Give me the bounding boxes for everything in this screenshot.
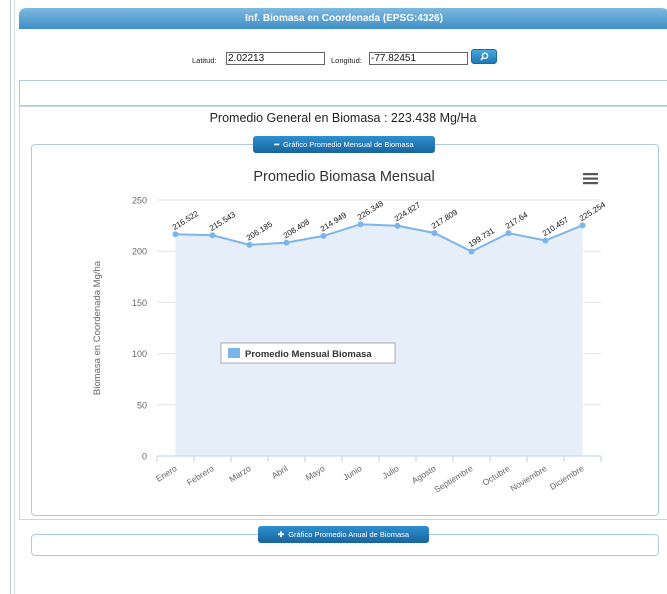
monthly-chart-toggle-button[interactable]: ━ Gráfico Promedio Mensual de Biomasa <box>253 136 435 153</box>
data-label: 217.64 <box>504 210 530 231</box>
annual-chart-toggle-button[interactable]: ✚ Gráfico Promedio Anual de Biomasa <box>258 526 429 543</box>
annual-chart-toggle-label: Gráfico Promedio Anual de Biomasa <box>288 530 410 539</box>
x-tick-label: Agosto <box>410 463 438 486</box>
x-tick-label: Diciembre <box>548 463 586 492</box>
data-point[interactable] <box>246 241 253 248</box>
data-label: 226.348 <box>356 199 386 222</box>
x-tick-label: Julio <box>380 463 400 481</box>
page-border-left <box>10 0 11 594</box>
search-button[interactable] <box>471 49 497 64</box>
data-point[interactable] <box>505 230 512 237</box>
data-point[interactable] <box>320 232 327 239</box>
x-tick-label: Marzo <box>227 463 253 484</box>
data-point[interactable] <box>468 248 475 255</box>
panel-title: Inf. Biomasa en Coordenada (EPSG:4326) <box>19 8 667 29</box>
data-point[interactable] <box>394 222 401 229</box>
search-icon <box>480 52 489 61</box>
x-tick-label: Junio <box>341 463 364 482</box>
data-point[interactable] <box>283 239 290 246</box>
data-label: 215.543 <box>208 210 238 233</box>
hamburger-menu-icon[interactable] <box>583 173 598 185</box>
data-label: 216.522 <box>171 209 201 232</box>
data-point[interactable] <box>172 231 179 238</box>
legend-label: Promedio Mensual Biomasa <box>245 349 372 360</box>
chart-legend[interactable]: Promedio Mensual Biomasa <box>220 342 396 364</box>
info-row-empty <box>19 80 667 106</box>
chart-area-fill <box>175 224 583 456</box>
plus-icon: ✚ <box>277 530 285 539</box>
y-axis: 0 50 100 150 200 250 <box>132 196 147 462</box>
x-tick-label: Septiembre <box>432 463 474 495</box>
longitude-label: Longitud: <box>331 56 362 65</box>
monthly-biomass-chart: Promedio Biomasa Mensual 0 50 100 150 200 250… <box>92 169 609 495</box>
page-border-inner <box>14 0 15 594</box>
chart-title: Promedio Biomasa Mensual <box>253 169 434 185</box>
y-tick-label: 200 <box>132 247 147 257</box>
longitude-input[interactable] <box>369 52 468 65</box>
x-tick-label: Mayo <box>304 463 327 483</box>
minus-icon: ━ <box>274 140 280 149</box>
data-label: 225.254 <box>578 200 608 223</box>
coordinates-form: Latitud: Longitud: <box>19 44 667 74</box>
data-label: 206.185 <box>245 219 275 242</box>
data-point[interactable] <box>542 237 549 244</box>
y-tick-label: 50 <box>137 400 147 410</box>
x-tick-label: Abril <box>270 463 290 481</box>
general-average: Promedio General en Biomasa : 223.438 Mg… <box>209 111 477 125</box>
x-tick-label: Octubre <box>481 463 512 488</box>
latitude-label: Latitud: <box>192 56 217 65</box>
latitude-input[interactable] <box>226 52 325 65</box>
data-label: 224.827 <box>393 200 423 223</box>
data-label: 208.408 <box>282 217 312 240</box>
x-tick-label: Enero <box>154 463 179 484</box>
y-tick-label: 100 <box>132 349 147 359</box>
x-axis: Enero Febrero Marzo Abril Mayo Junio Julio Agos… <box>154 455 602 495</box>
y-tick-label: 250 <box>132 196 147 206</box>
data-point[interactable] <box>431 229 438 236</box>
data-label: 217.809 <box>430 207 460 230</box>
series-area <box>175 224 583 456</box>
monthly-chart-toggle-label: Gráfico Promedio Mensual de Biomasa <box>283 140 414 149</box>
y-tick-label: 0 <box>142 452 147 462</box>
x-tick-label: Febrero <box>185 463 216 487</box>
data-point[interactable] <box>579 222 586 229</box>
y-tick-label: 150 <box>132 298 147 308</box>
data-point[interactable] <box>209 232 216 239</box>
x-tick-label: Noviembre <box>508 463 548 493</box>
data-point[interactable] <box>357 221 364 228</box>
legend-swatch <box>228 348 240 358</box>
y-axis-label: Biomasa en Coordenada Mg/ha <box>92 260 103 395</box>
